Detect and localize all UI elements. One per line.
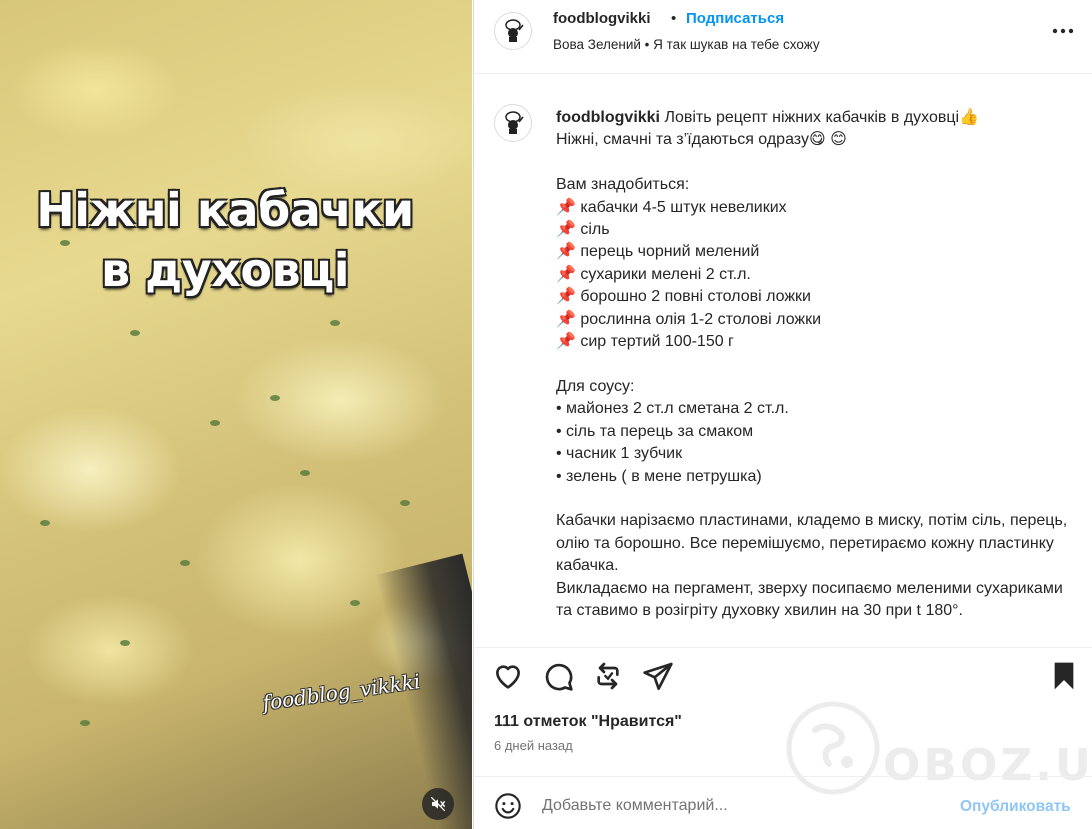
more-options-button[interactable] [1050, 22, 1076, 40]
chef-avatar-icon [505, 19, 524, 42]
post-timestamp[interactable]: 6 дней назад [494, 738, 573, 753]
media-title-line-2: в духовці [100, 243, 350, 297]
emoji-icon [495, 793, 521, 819]
chef-avatar-icon [505, 111, 524, 134]
media-overlay-title: Ніжні кабачки в духовці [0, 180, 450, 300]
share-icon [643, 662, 673, 690]
repost-button[interactable] [592, 660, 624, 692]
more-options-icon [1052, 28, 1074, 34]
repost-icon [597, 662, 619, 690]
emoji-button[interactable] [494, 792, 522, 820]
comment-button[interactable] [542, 660, 574, 692]
post-header: foodblogvikki • Подписаться Вова Зелений… [474, 0, 1092, 74]
save-button[interactable] [1048, 660, 1080, 692]
follow-button[interactable]: Подписаться [686, 10, 784, 27]
post-details-panel: foodblogvikki • Подписаться Вова Зелений… [473, 0, 1092, 829]
post-caption: foodblogvikki Ловіть рецепт ніжних кабач… [556, 107, 1076, 622]
bookmark-icon [1054, 662, 1074, 690]
post-actions-bar [474, 647, 1092, 705]
post-media[interactable]: Ніжні кабачки в духовці foodblog_vikkki [0, 0, 472, 829]
avatar[interactable] [494, 12, 532, 50]
heart-icon [496, 665, 520, 689]
avatar[interactable] [494, 104, 532, 142]
separator-dot: • [671, 10, 677, 27]
caption-text: Ловіть рецепт ніжних кабачків в духовці👍… [556, 109, 1068, 619]
media-watermark: foodblog_vikkki [261, 669, 422, 715]
mute-button[interactable] [422, 788, 454, 820]
like-button[interactable] [492, 660, 524, 692]
share-button[interactable] [642, 660, 674, 692]
audio-track-link[interactable]: Вова Зелений • Я так шукав на тебе схожу [553, 37, 820, 52]
comment-bar: Опубликовать [474, 776, 1092, 829]
volume-muted-icon [430, 796, 446, 812]
post-author-username[interactable]: foodblogvikki [553, 10, 651, 27]
comment-icon [545, 663, 573, 691]
comment-input[interactable] [542, 789, 942, 823]
publish-comment-button[interactable]: Опубликовать [960, 798, 1071, 816]
likes-count[interactable]: 111 отметок "Нравится" [494, 713, 682, 731]
media-title-line-1: Ніжні кабачки [36, 183, 414, 237]
caption-author-username[interactable]: foodblogvikki [556, 109, 660, 126]
caption-section: foodblogvikki Ловіть рецепт ніжних кабач… [474, 75, 1092, 645]
